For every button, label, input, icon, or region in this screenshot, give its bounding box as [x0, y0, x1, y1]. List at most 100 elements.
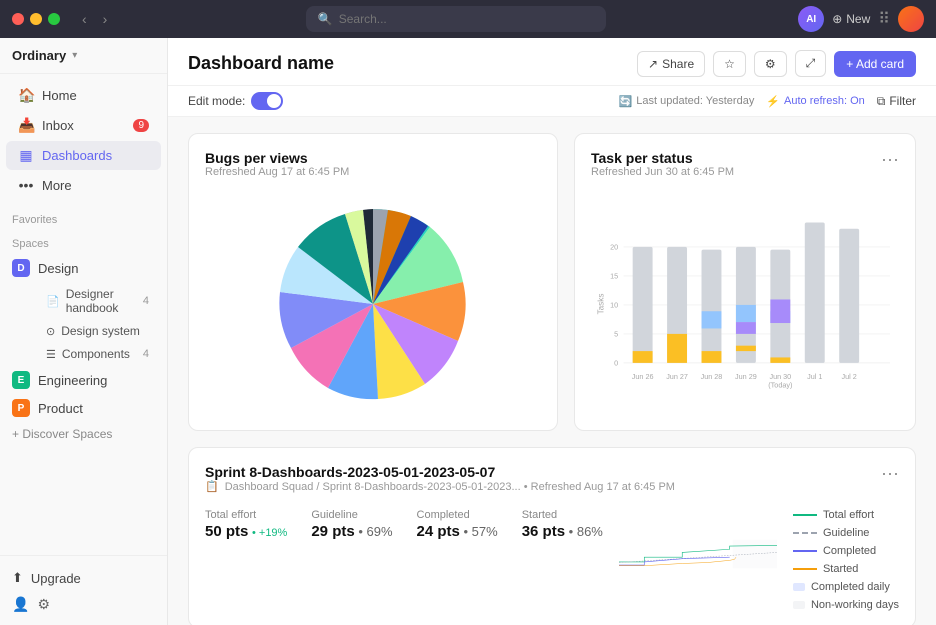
svg-text:Tasks: Tasks — [597, 294, 606, 315]
stat-label: Guideline — [311, 509, 392, 521]
new-icon: ⊕ — [832, 12, 842, 26]
svg-text:Jun 27: Jun 27 — [666, 372, 688, 381]
search-bar[interactable]: 🔍 — [306, 6, 606, 32]
inbox-badge: 9 — [133, 119, 149, 132]
back-button[interactable]: ‹ — [76, 9, 93, 29]
legend-item-completed: Completed — [793, 545, 899, 557]
legend-item-completed-daily: Completed daily — [793, 581, 899, 593]
stat-label: Started — [522, 509, 603, 521]
settings-icon[interactable]: ⚙ — [37, 596, 50, 613]
svg-text:5: 5 — [614, 330, 618, 339]
sprint-meta-icon: 📋 — [205, 480, 219, 493]
stat-guideline: Guideline 29 pts • 69% — [311, 509, 392, 540]
more-button[interactable]: ··· — [881, 150, 899, 168]
sidebar-sub-item-design-system[interactable]: ⊙ Design system — [34, 320, 161, 342]
page-title: Dashboard name — [188, 53, 334, 74]
space-product[interactable]: P Product — [0, 394, 167, 422]
charts-row: Bugs per views Refreshed Aug 17 at 6:45 … — [188, 133, 916, 431]
legend-label: Guideline — [823, 527, 869, 539]
stat-label: Total effort — [205, 509, 287, 521]
sub-item-label: Design system — [61, 324, 140, 338]
expand-button[interactable]: ⤢ — [795, 50, 827, 77]
settings-button[interactable]: ⚙ — [754, 51, 787, 77]
sidebar-item-label: Home — [42, 88, 77, 103]
pie-chart — [263, 194, 483, 414]
share-button[interactable]: ↗ Share — [637, 51, 705, 77]
chart-subtitle: Refreshed Jun 30 at 6:45 PM — [591, 166, 734, 178]
bugs-chart-card: Bugs per views Refreshed Aug 17 at 6:45 … — [188, 133, 558, 431]
legend-label: Total effort — [823, 509, 874, 521]
sprint-header: Sprint 8-Dashboards-2023-05-01-2023-05-0… — [205, 464, 899, 505]
sidebar-item-home[interactable]: 🏠 Home — [6, 81, 161, 110]
user-icon[interactable]: 👤 — [12, 596, 29, 613]
sprint-stats: Total effort 50 pts • +19% Guideline 29 … — [205, 509, 603, 540]
svg-text:15: 15 — [610, 272, 618, 281]
refresh-icon: 🔄 — [619, 95, 633, 108]
app-body: Ordinary ▾ 🏠 Home 📥 Inbox 9 ▦ Dashboards… — [0, 38, 936, 625]
stat-completed: Completed 24 pts • 57% — [417, 509, 498, 540]
add-card-button[interactable]: + Add card — [834, 51, 916, 77]
upgrade-item[interactable]: ⬆ Upgrade — [0, 564, 167, 592]
legend-label: Non-working days — [811, 599, 899, 611]
share-icon: ↗ — [648, 57, 658, 71]
sidebar-item-label: Dashboards — [42, 148, 112, 163]
legend-line-started — [793, 568, 817, 570]
sprint-title-group: Sprint 8-Dashboards-2023-05-01-2023-05-0… — [205, 464, 675, 505]
task-status-chart-card: Task per status Refreshed Jun 30 at 6:45… — [574, 133, 916, 431]
forward-button[interactable]: › — [97, 9, 114, 29]
sidebar-item-inbox[interactable]: 📥 Inbox 9 — [6, 111, 161, 140]
stat-value: 29 pts — [311, 523, 354, 540]
minimize-dot[interactable] — [30, 13, 42, 25]
maximize-dot[interactable] — [48, 13, 60, 25]
home-icon: 🏠 — [18, 87, 34, 104]
toggle-switch[interactable] — [251, 92, 283, 110]
sprint-meta: 📋 Dashboard Squad / Sprint 8-Dashboards-… — [205, 480, 675, 493]
dashboards-icon: ▦ — [18, 147, 34, 164]
sprint-title: Sprint 8-Dashboards-2023-05-01-2023-05-0… — [205, 464, 675, 480]
star-button[interactable]: ☆ — [713, 51, 746, 77]
legend-label: Completed — [823, 545, 876, 557]
auto-refresh-toggle[interactable]: ⚡ Auto refresh: On — [766, 95, 864, 108]
avatar[interactable] — [898, 6, 924, 32]
workspace-switcher[interactable]: Ordinary ▾ — [0, 38, 167, 74]
edit-mode-label: Edit mode: — [188, 94, 245, 108]
space-design[interactable]: D Design — [0, 254, 167, 282]
design-space-icon: D — [12, 259, 30, 277]
sidebar-sub-item-components[interactable]: ☰ Components 4 — [34, 343, 161, 365]
sprint-more-button[interactable]: ··· — [881, 464, 899, 482]
star-icon: ☆ — [724, 57, 735, 71]
grid-icon[interactable]: ⠿ — [878, 9, 890, 29]
stat-pct: • 69% — [358, 524, 392, 539]
svg-text:20: 20 — [610, 243, 618, 252]
upgrade-label: Upgrade — [31, 571, 81, 586]
stat-value: 24 pts — [417, 523, 460, 540]
sub-item-count: 4 — [143, 295, 149, 307]
main-nav: 🏠 Home 📥 Inbox 9 ▦ Dashboards ••• More — [0, 74, 167, 206]
header-actions: ↗ Share ☆ ⚙ ⤢ + Add card — [637, 50, 916, 77]
page-header: Dashboard name ↗ Share ☆ ⚙ ⤢ + Add card — [168, 38, 936, 86]
sidebar-item-dashboards[interactable]: ▦ Dashboards — [6, 141, 161, 170]
svg-text:10: 10 — [610, 301, 618, 310]
stat-pct: • 86% — [569, 524, 603, 539]
sidebar: Ordinary ▾ 🏠 Home 📥 Inbox 9 ▦ Dashboards… — [0, 38, 168, 625]
search-input[interactable] — [339, 12, 594, 26]
sidebar-item-label: More — [42, 178, 72, 193]
new-button[interactable]: ⊕ New — [832, 12, 870, 26]
discover-spaces[interactable]: + Discover Spaces — [0, 422, 167, 446]
sprint-meta-text: Dashboard Squad / Sprint 8-Dashboards-20… — [225, 481, 675, 493]
legend-rect-completed — [793, 583, 805, 591]
sidebar-item-more[interactable]: ••• More — [6, 171, 161, 199]
chart-header: Task per status Refreshed Jun 30 at 6:45… — [591, 150, 899, 190]
titlebar: ‹ › 🔍 AI ⊕ New ⠿ — [0, 0, 936, 38]
sidebar-sub-item-handbook[interactable]: 📄 Designer handbook 4 — [34, 283, 161, 319]
stat-value: 50 pts — [205, 523, 248, 540]
gear-icon: ⚙ — [765, 57, 776, 71]
stat-value-row: 36 pts • 86% — [522, 523, 603, 540]
legend-label: Completed daily — [811, 581, 890, 593]
close-dot[interactable] — [12, 13, 24, 25]
filter-button[interactable]: ⧉ Filter — [877, 94, 916, 109]
space-label: Product — [38, 401, 83, 416]
space-engineering[interactable]: E Engineering — [0, 366, 167, 394]
svg-text:0: 0 — [614, 359, 618, 368]
sprint-legend: Total effort Guideline Completed St — [793, 509, 899, 611]
